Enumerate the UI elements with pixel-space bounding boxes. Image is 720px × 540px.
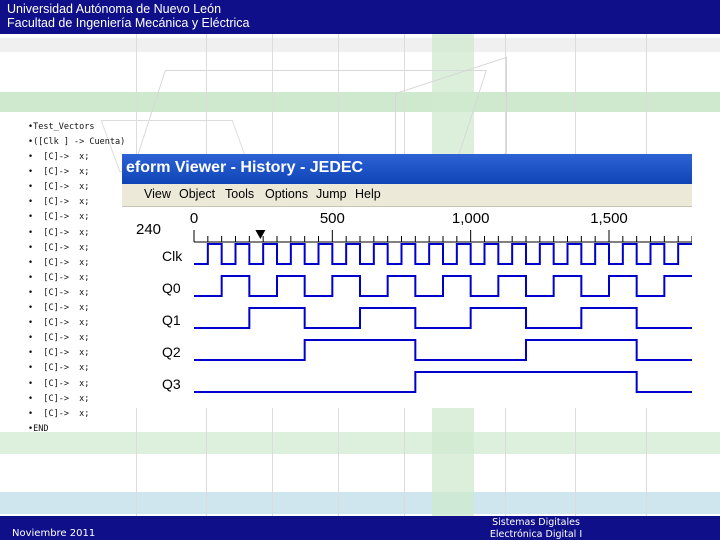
header-faculty: Facultad de Ingeniería Mecánica y Eléctr… bbox=[7, 16, 250, 30]
code-vector-line: • [C]-> x; bbox=[28, 197, 90, 208]
background-band bbox=[0, 38, 720, 52]
code-declaration: •([Clk ] -> Cuenta) bbox=[28, 137, 126, 147]
code-vector-line: • [C]-> x; bbox=[28, 227, 90, 238]
title-bar[interactable]: eform Viewer - History - JEDEC bbox=[122, 154, 692, 184]
signal-label: Q3 bbox=[162, 376, 181, 392]
code-vector-line: • [C]-> x; bbox=[28, 378, 90, 389]
signal-waveform bbox=[194, 307, 692, 329]
window-title: eform Viewer - History - JEDEC bbox=[126, 159, 364, 176]
code-vector-line: • [C]-> x; bbox=[28, 303, 90, 313]
code-vector-line: • [C]-> x; bbox=[28, 287, 90, 298]
code-vector-line: • [C]-> x; bbox=[28, 272, 90, 283]
signal-label: Q1 bbox=[162, 312, 181, 328]
code-vector-line: • [C]-> x; bbox=[28, 348, 90, 359]
footer-course: Sistemas Digitales bbox=[492, 517, 580, 528]
menu-bar: View Object Tools Options Jump Help bbox=[122, 184, 692, 207]
code-vector-line: • [C]-> x; bbox=[28, 167, 90, 178]
code-vector-line: • [C]-> x; bbox=[28, 318, 90, 329]
slide-footer bbox=[0, 516, 720, 540]
signal-waveform bbox=[194, 339, 692, 361]
background-band bbox=[0, 492, 720, 514]
code-vector-line: • [C]-> x; bbox=[28, 333, 90, 344]
signal-label: Q0 bbox=[162, 280, 181, 296]
time-label: 0 bbox=[190, 210, 198, 227]
header-university: Universidad Autónoma de Nuevo León bbox=[7, 2, 222, 16]
code-vector-line: • [C]-> x; bbox=[28, 212, 90, 223]
code-vector-line: • [C]-> x; bbox=[28, 393, 90, 404]
signal-label: Q2 bbox=[162, 344, 181, 360]
signal-waveform bbox=[194, 275, 692, 297]
signal-waveform bbox=[194, 243, 692, 265]
menu-jump[interactable]: Jump bbox=[316, 187, 347, 201]
footer-subject: Electrónica Digital I bbox=[489, 529, 583, 540]
waveform-viewer-window[interactable]: eform Viewer - History - JEDEC View Obje… bbox=[122, 154, 692, 408]
footer-date: Noviembre 2011 bbox=[12, 528, 96, 539]
menu-object[interactable]: Object bbox=[179, 187, 215, 201]
code-vector-line: • [C]-> x; bbox=[28, 242, 90, 253]
menu-view[interactable]: View bbox=[144, 187, 171, 201]
code-vector-line: • [C]-> x; bbox=[28, 363, 90, 374]
time-label: 500 bbox=[320, 210, 345, 227]
code-end: •END bbox=[28, 423, 49, 434]
time-label: 1,000 bbox=[452, 210, 490, 227]
menu-options[interactable]: Options bbox=[265, 187, 308, 201]
menu-tools[interactable]: Tools bbox=[225, 187, 254, 201]
cursor-marker-icon[interactable] bbox=[255, 230, 266, 239]
code-vector-line: • [C]-> x; bbox=[28, 408, 90, 419]
background-band bbox=[0, 432, 720, 454]
signal-waveform bbox=[194, 371, 692, 393]
signal-label: Clk bbox=[162, 248, 183, 264]
code-vector-line: • [C]-> x; bbox=[28, 257, 90, 268]
code-vector-line: • [C]-> x; bbox=[28, 182, 90, 193]
waveform-area[interactable]: 240 0 500 1,000 1,500 Clk Q0 Q1 Q2 Q3 bbox=[122, 206, 692, 408]
menu-help[interactable]: Help bbox=[355, 187, 381, 201]
code-vector-line: • [C]-> x; bbox=[28, 152, 90, 162]
cursor-value: 240 bbox=[136, 221, 161, 238]
code-title: •Test_Vectors bbox=[28, 122, 95, 132]
time-label: 1,500 bbox=[590, 210, 628, 227]
